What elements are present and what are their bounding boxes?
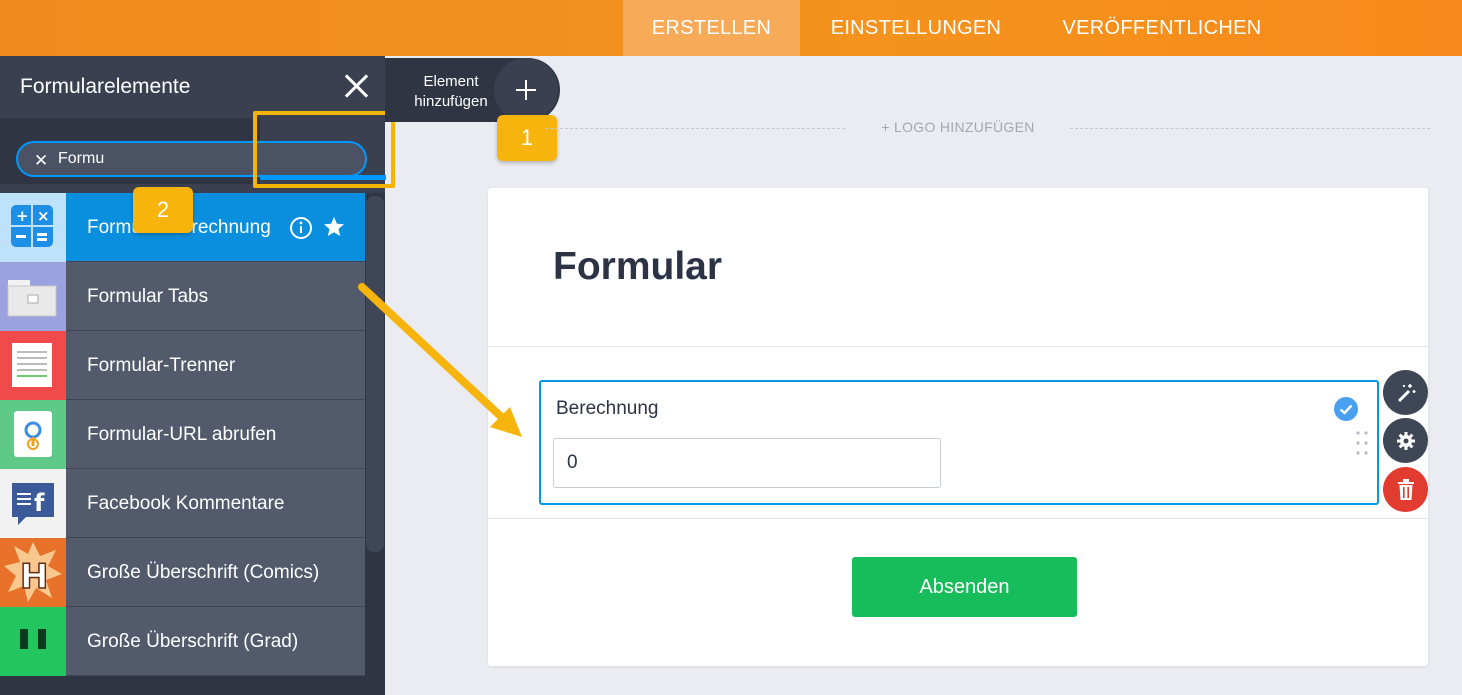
svg-text:+: + [16,207,29,225]
calculation-input[interactable]: 0 [553,438,941,488]
close-icon[interactable] [340,70,372,102]
submit-button[interactable]: Absenden [852,557,1077,617]
panel-title: Formularelemente [20,75,191,98]
list-item-label: Große Überschrift (Comics) [87,562,320,583]
widget-list: + × Formular Berechnung Formular Tabs Fo… [0,193,365,676]
add-element-label: Element hinzufügen [405,72,497,112]
list-item-label: Formular-URL abrufen [87,424,277,445]
list-item-label: Formular-Trenner [87,355,236,376]
green-heading-icon [0,607,66,676]
list-item[interactable]: Formular-Trenner [0,331,365,400]
logo-divider-left [545,128,845,129]
add-logo-link[interactable]: + LOGO HINZUFÜGEN [858,119,1058,135]
gear-icon[interactable] [1383,418,1428,463]
facebook-comment-icon: f [0,469,66,538]
check-icon[interactable] [1334,397,1358,421]
folder-tabs-icon [0,262,66,331]
search-value: Formu [58,150,105,167]
tab-settings[interactable]: EINSTELLUNGEN [800,0,1032,56]
form-divider [488,346,1428,347]
list-item[interactable]: Formular Tabs [0,262,365,331]
list-item[interactable]: Große Überschrift (Grad) [0,607,365,676]
list-item[interactable]: Formular-URL abrufen [0,400,365,469]
svg-text:f: f [34,489,45,517]
svg-text:×: × [37,207,50,225]
location-pin-icon [0,400,66,469]
comic-heading-icon: H [0,538,66,607]
step-badge-1: 1 [497,115,557,161]
info-icon[interactable] [289,216,313,240]
list-item-label: Facebook Kommentare [87,493,285,514]
list-item-label: Formular Tabs [87,286,209,307]
logo-divider-right [1070,128,1430,129]
document-lines-icon [0,331,66,400]
tab-publish[interactable]: VERÖFFENTLICHEN [1032,0,1292,56]
magic-wand-icon[interactable] [1383,370,1428,415]
drag-handle-icon[interactable] [1354,430,1370,456]
add-element-label-line2: hinzufügen [414,93,488,110]
tab-create[interactable]: ERSTELLEN [623,0,800,56]
field-label[interactable]: Berechnung [556,398,658,420]
calculator-icon: + × [0,193,66,262]
plus-icon[interactable] [494,58,558,122]
step-badge-2: 2 [133,187,193,233]
star-icon[interactable] [322,215,346,239]
list-item[interactable]: H Große Überschrift (Comics) [0,538,365,607]
list-item[interactable]: f Facebook Kommentare [0,469,365,538]
form-divider [488,518,1428,519]
drag-arrow-annotation [358,283,522,437]
clear-search-icon[interactable]: ✕ [34,151,48,171]
widgets-tab-highlight [253,111,395,188]
delete-icon[interactable] [1383,467,1428,512]
list-item-label: Große Überschrift (Grad) [87,631,299,652]
svg-text:H: H [20,557,48,597]
form-title[interactable]: Formular [553,245,722,289]
add-element-label-line1: Element [423,73,479,90]
panel-header: Formularelemente [0,56,385,118]
